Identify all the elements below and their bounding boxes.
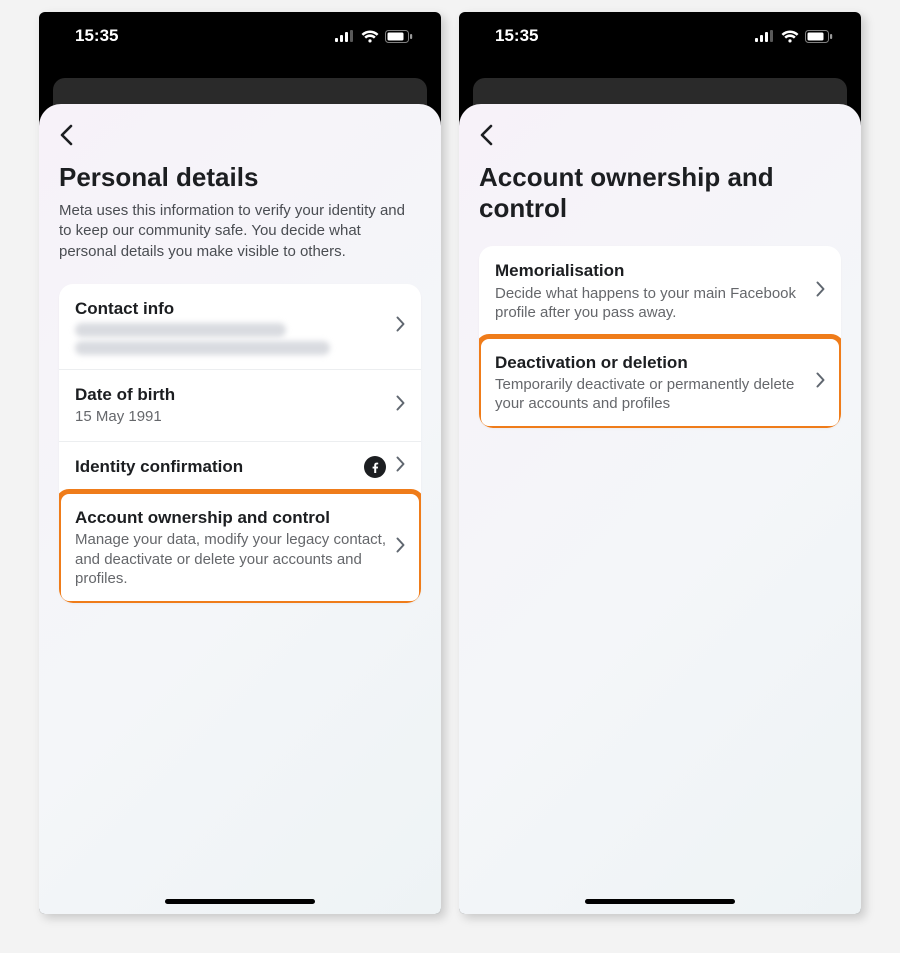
chevron-left-icon xyxy=(59,124,73,146)
row-title: Identity confirmation xyxy=(75,456,354,477)
battery-icon xyxy=(385,30,413,43)
row-title: Contact info xyxy=(75,298,386,319)
row-contact-info[interactable]: Contact info xyxy=(59,284,421,369)
cellular-icon xyxy=(755,30,775,42)
row-subtitle: Temporarily deactivate or permanently de… xyxy=(495,375,806,414)
status-time: 15:35 xyxy=(495,26,538,46)
row-account-ownership[interactable]: Account ownership and control Manage you… xyxy=(59,492,421,603)
row-title: Date of birth xyxy=(75,384,386,405)
row-memorialisation[interactable]: Memorialisation Decide what happens to y… xyxy=(479,246,841,336)
row-date-of-birth[interactable]: Date of birth 15 May 1991 xyxy=(59,369,421,441)
status-icons xyxy=(755,30,833,43)
row-subtitle: 15 May 1991 xyxy=(75,407,386,427)
redacted-text xyxy=(75,323,286,337)
sheet: Personal details Meta uses this informat… xyxy=(39,104,441,914)
row-title: Account ownership and control xyxy=(75,507,386,528)
battery-icon xyxy=(805,30,833,43)
row-title: Deactivation or deletion xyxy=(495,352,806,373)
row-identity-confirmation[interactable]: Identity confirmation xyxy=(59,441,421,492)
row-subtitle: Decide what happens to your main Faceboo… xyxy=(495,284,806,323)
status-bar: 15:35 xyxy=(39,12,441,60)
wifi-icon xyxy=(361,30,379,43)
status-time: 15:35 xyxy=(75,26,118,46)
wifi-icon xyxy=(781,30,799,43)
page-title: Personal details xyxy=(59,162,421,193)
chevron-right-icon xyxy=(396,395,405,416)
chevron-right-icon xyxy=(396,456,405,477)
chevron-right-icon xyxy=(396,316,405,337)
back-button[interactable] xyxy=(59,124,73,151)
facebook-icon xyxy=(364,456,386,478)
cellular-icon xyxy=(335,30,355,42)
redacted-text xyxy=(75,341,330,355)
status-bar: 15:35 xyxy=(459,12,861,60)
phone-right: 15:35 Account ownership and control Memo… xyxy=(459,12,861,914)
page-subtitle: Meta uses this information to verify you… xyxy=(59,201,421,262)
home-indicator[interactable] xyxy=(165,899,315,904)
chevron-right-icon xyxy=(816,372,825,393)
page-title: Account ownership and control xyxy=(479,162,841,224)
row-subtitle: Manage your data, modify your legacy con… xyxy=(75,530,386,589)
sheet: Account ownership and control Memorialis… xyxy=(459,104,861,914)
back-button[interactable] xyxy=(479,124,493,151)
chevron-right-icon xyxy=(396,537,405,558)
row-deactivation-deletion[interactable]: Deactivation or deletion Temporarily dea… xyxy=(479,337,841,428)
settings-card: Contact info Date of birth 15 May 1991 xyxy=(59,284,421,603)
settings-card: Memorialisation Decide what happens to y… xyxy=(479,246,841,428)
status-icons xyxy=(335,30,413,43)
row-title: Memorialisation xyxy=(495,260,806,281)
home-indicator[interactable] xyxy=(585,899,735,904)
chevron-right-icon xyxy=(816,281,825,302)
phone-left: 15:35 Personal details Meta uses this in… xyxy=(39,12,441,914)
chevron-left-icon xyxy=(479,124,493,146)
